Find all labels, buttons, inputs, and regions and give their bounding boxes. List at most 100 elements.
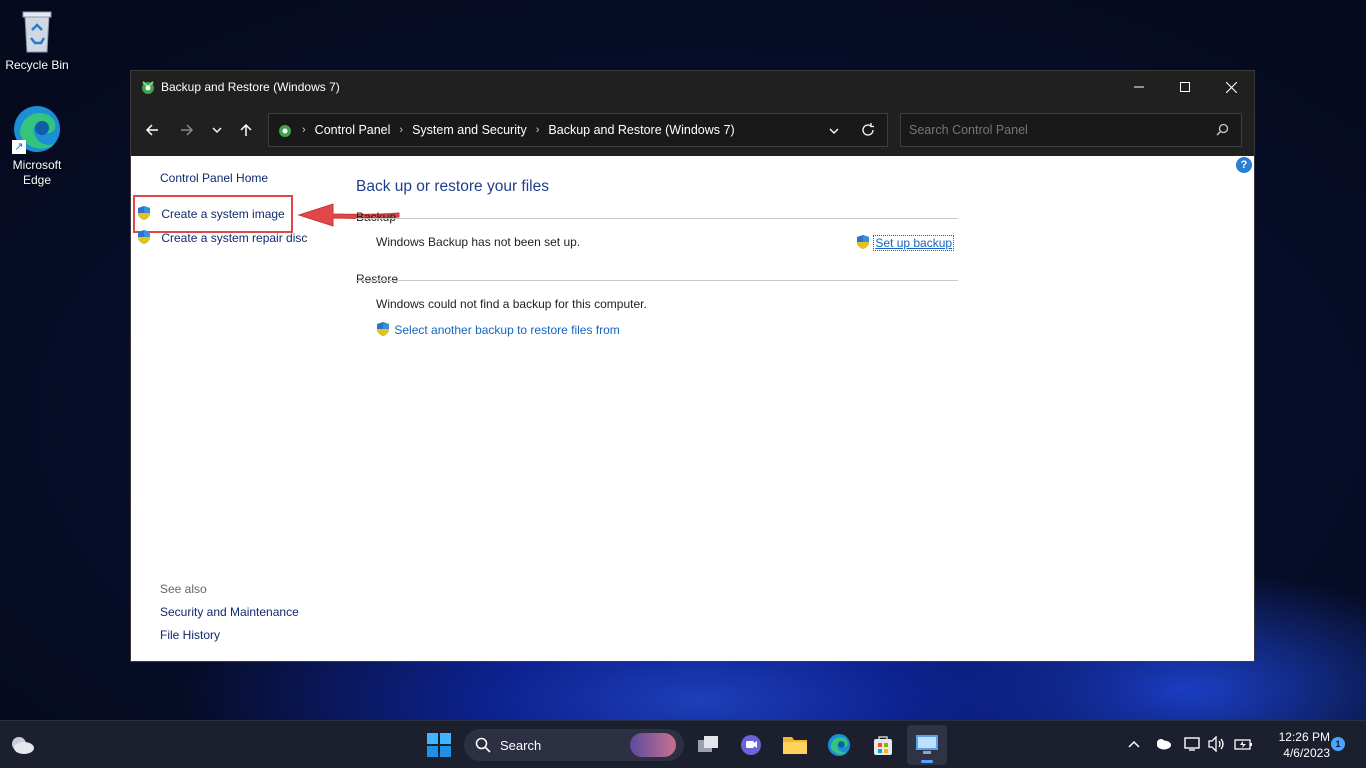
back-button[interactable] <box>139 117 165 143</box>
search-input[interactable] <box>909 123 1209 137</box>
edge-icon <box>827 733 851 757</box>
windows-logo-icon <box>427 733 451 757</box>
clock-date: 4/6/2023 <box>1283 746 1330 760</box>
backup-restore-app-icon <box>140 79 156 95</box>
restore-section-heading: Restore <box>356 272 399 286</box>
battery-charging-icon <box>1234 738 1252 750</box>
maximize-button[interactable] <box>1162 71 1208 103</box>
close-icon <box>1225 81 1237 93</box>
create-system-image-item[interactable]: Create a system image <box>137 206 285 221</box>
chat-button[interactable] <box>737 731 765 759</box>
active-indicator <box>921 760 933 763</box>
uac-shield-icon <box>137 230 151 244</box>
recycle-bin-desktop-icon[interactable]: Recycle Bin <box>4 8 70 73</box>
task-view-icon <box>698 736 718 752</box>
backup-status-text: Windows Backup has not been set up. <box>376 235 581 249</box>
onedrive-cloud-icon <box>1157 738 1171 749</box>
back-arrow-icon <box>145 124 158 136</box>
weather-widget-button[interactable] <box>8 731 36 759</box>
taskbar: Search 12:26 PM 4/6/2023 1 <box>0 720 1366 768</box>
breadcrumb-backup-restore[interactable]: Backup and Restore (Windows 7) <box>548 123 734 137</box>
clock-button[interactable]: 12:26 PM 4/6/2023 <box>1266 729 1330 761</box>
edge-desktop-icon[interactable]: ↗ Microsoft Edge <box>4 104 70 188</box>
recent-locations-button[interactable] <box>204 117 230 143</box>
system-tray <box>1128 721 1254 768</box>
network-monitor-icon <box>1184 736 1200 751</box>
weather-cloud-icon <box>12 737 34 754</box>
up-button[interactable] <box>233 117 259 143</box>
set-up-backup-item[interactable]: Set up backup <box>856 235 955 251</box>
minimize-icon <box>1134 86 1144 88</box>
task-view-button[interactable] <box>694 731 722 759</box>
backup-section-heading: Backup <box>356 210 397 224</box>
page-title: Back up or restore your files <box>356 178 549 195</box>
up-arrow-icon <box>240 123 252 136</box>
folder-icon <box>783 737 807 754</box>
create-system-image-link[interactable]: Create a system image <box>161 207 284 221</box>
clock-time: 12:26 PM <box>1278 730 1330 744</box>
uac-shield-icon <box>137 206 151 220</box>
store-bag-icon <box>874 736 892 755</box>
show-hidden-icons-button[interactable] <box>1128 738 1140 752</box>
file-history-link[interactable]: File History <box>160 628 220 642</box>
search-box[interactable] <box>900 113 1242 147</box>
create-repair-disc-item[interactable]: Create a system repair disc <box>137 230 307 245</box>
backup-divider <box>356 218 958 219</box>
see-also-heading: See also <box>160 582 207 596</box>
breadcrumb-separator: › <box>302 124 306 136</box>
window-title: Backup and Restore (Windows 7) <box>161 80 340 94</box>
title-bar[interactable]: Backup and Restore (Windows 7) <box>131 71 1254 103</box>
select-another-backup-item[interactable]: Select another backup to restore files f… <box>376 322 620 337</box>
breadcrumb-system-security[interactable]: System and Security <box>412 123 527 137</box>
volume-button[interactable] <box>1208 734 1226 755</box>
uac-shield-icon <box>856 235 870 249</box>
start-button[interactable] <box>425 731 453 759</box>
notification-badge[interactable]: 1 <box>1331 737 1345 751</box>
navigation-bar: › Control Panel › System and Security › … <box>131 103 1254 156</box>
recycle-bin-label: Recycle Bin <box>5 58 69 72</box>
forward-arrow-icon <box>181 124 194 136</box>
edge-taskbar-button[interactable] <box>825 731 853 759</box>
close-button[interactable] <box>1208 71 1254 103</box>
search-highlight-image <box>630 733 676 757</box>
content-area: ? Control Panel Home Create a system ima… <box>131 156 1254 661</box>
control-panel-icon <box>277 122 293 138</box>
address-dropdown-button[interactable] <box>829 125 839 139</box>
set-up-backup-link[interactable]: Set up backup <box>873 235 955 251</box>
chevron-down-icon <box>829 128 839 134</box>
refresh-icon <box>862 123 874 136</box>
create-repair-disc-link[interactable]: Create a system repair disc <box>161 231 307 245</box>
recycle-bin-icon <box>20 8 54 54</box>
chevron-up-icon <box>1128 740 1140 748</box>
restore-divider <box>356 280 958 281</box>
search-icon <box>475 737 491 753</box>
select-another-backup-link[interactable]: Select another backup to restore files f… <box>394 323 619 337</box>
teams-chat-icon <box>741 735 761 755</box>
edge-label: Microsoft Edge <box>12 158 62 187</box>
breadcrumb-separator[interactable]: › <box>399 124 403 136</box>
edge-icon: ↗ <box>12 104 62 154</box>
store-button[interactable] <box>869 731 897 759</box>
breadcrumb-control-panel[interactable]: Control Panel <box>315 123 391 137</box>
taskbar-search[interactable]: Search <box>464 729 684 761</box>
security-maintenance-link[interactable]: Security and Maintenance <box>160 605 299 619</box>
backup-restore-window: Backup and Restore (Windows 7) › Control… <box>130 70 1255 662</box>
refresh-button[interactable] <box>861 123 875 140</box>
control-panel-icon <box>916 735 938 754</box>
breadcrumb-separator[interactable]: › <box>536 124 540 136</box>
network-button[interactable] <box>1184 736 1200 755</box>
battery-button[interactable] <box>1234 737 1254 754</box>
onedrive-button[interactable] <box>1154 738 1172 753</box>
maximize-icon <box>1180 82 1190 92</box>
control-panel-home-link[interactable]: Control Panel Home <box>160 171 268 185</box>
help-icon[interactable]: ? <box>1236 157 1252 173</box>
minimize-button[interactable] <box>1116 71 1162 103</box>
forward-button[interactable] <box>174 117 200 143</box>
control-panel-taskbar-button[interactable] <box>907 725 947 765</box>
chevron-down-icon <box>212 127 222 133</box>
file-explorer-button[interactable] <box>781 731 809 759</box>
search-icon <box>1216 123 1229 139</box>
speaker-icon <box>1208 734 1224 753</box>
uac-shield-icon <box>376 322 390 336</box>
address-bar[interactable]: › Control Panel › System and Security › … <box>268 113 888 147</box>
